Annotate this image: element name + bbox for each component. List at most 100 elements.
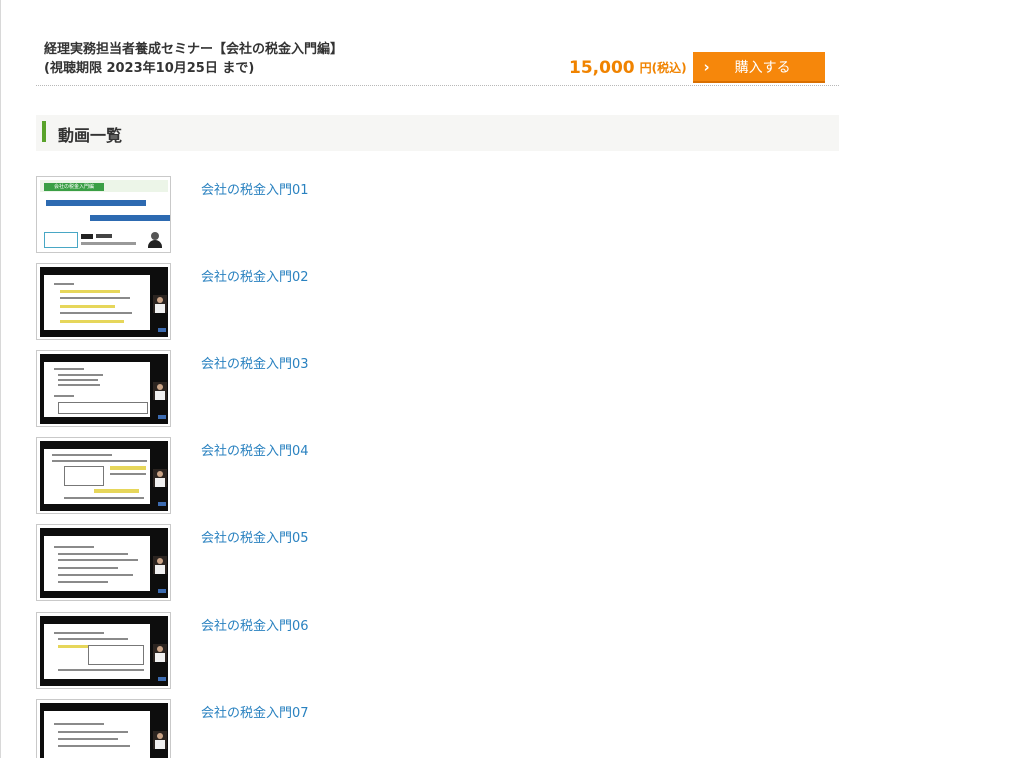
video-link[interactable]: 会社の税金入門06 — [201, 615, 309, 634]
section-accent-bar — [42, 121, 46, 142]
slide-line — [58, 745, 130, 747]
card-subtitle-graphic — [90, 215, 170, 221]
slide-document — [44, 711, 150, 758]
slide-line — [60, 297, 130, 299]
buy-button[interactable]: › 購入する — [692, 52, 825, 83]
slide-line — [52, 454, 112, 456]
video-item: 会社の税金入門06 — [36, 612, 839, 692]
slide-table — [88, 645, 144, 665]
product-title-line1: 経理実務担当者養成セミナー【会社の税金入門編】 — [44, 42, 344, 57]
video-thumbnail[interactable]: 会社の税金入門編 — [36, 176, 171, 253]
section-title: 動画一覧 — [58, 126, 123, 145]
slide-line — [58, 559, 138, 561]
video-thumbnail[interactable] — [36, 437, 171, 514]
section-header: 動画一覧 — [36, 115, 839, 151]
lecturer-video — [153, 382, 167, 400]
video-item: 会社の税金入門03 — [36, 350, 839, 430]
video-link[interactable]: 会社の税金入門01 — [201, 179, 309, 198]
video-link[interactable]: 会社の税金入門04 — [201, 440, 309, 459]
video-thumbnail[interactable] — [36, 263, 171, 340]
slide-line — [58, 669, 144, 671]
broadcast-logo — [158, 328, 166, 332]
slide-line — [110, 473, 146, 475]
slide-line — [64, 497, 144, 499]
slide-line — [54, 723, 104, 725]
chevron-right-icon: › — [703, 57, 710, 76]
card-title-graphic — [46, 200, 146, 206]
broadcast-logo — [158, 589, 166, 593]
lecture-screen-thumbnail — [40, 267, 168, 337]
lecturer-video — [153, 644, 167, 662]
slide-highlight — [58, 645, 88, 648]
lecture-screen-thumbnail — [40, 528, 168, 598]
lecturer-video — [153, 556, 167, 574]
slide-line — [54, 546, 94, 548]
price-row: 15,000 円(税込) › 購入する — [569, 52, 825, 83]
slide-document — [44, 624, 150, 679]
slide-line — [58, 553, 128, 555]
lecturer-video — [153, 469, 167, 487]
broadcast-logo — [158, 677, 166, 681]
slide-line — [54, 395, 74, 397]
video-link[interactable]: 会社の税金入門07 — [201, 702, 309, 721]
slide-line — [58, 374, 103, 376]
slide-highlight — [94, 489, 139, 493]
slide-line — [54, 283, 74, 285]
lecturer-photo — [148, 232, 162, 248]
slide-line — [58, 638, 128, 640]
card-lecturer-detail — [81, 242, 136, 245]
video-item: 会社の税金入門07 — [36, 699, 839, 758]
slide-line — [58, 384, 100, 386]
title-card-thumbnail: 会社の税金入門編 — [40, 180, 170, 250]
buy-button-label: 購入する — [734, 59, 791, 76]
video-item: 会社の税金入門05 — [36, 524, 839, 604]
slide-line — [52, 460, 147, 462]
page-left-border — [0, 0, 1, 758]
slide-document — [44, 275, 150, 330]
lecture-screen-thumbnail — [40, 616, 168, 686]
slide-line — [58, 738, 118, 740]
video-item: 会社の税金入門04 — [36, 437, 839, 517]
slide-line — [60, 312, 132, 314]
video-link[interactable]: 会社の税金入門05 — [201, 527, 309, 546]
video-link[interactable]: 会社の税金入門02 — [201, 266, 309, 285]
lecturer-video — [153, 731, 167, 749]
slide-line — [58, 574, 133, 576]
video-thumbnail[interactable] — [36, 699, 171, 758]
product-title: 経理実務担当者養成セミナー【会社の税金入門編】 (視聴期限 2023年10月25… — [44, 40, 343, 78]
lecture-screen-thumbnail — [40, 441, 168, 511]
lecturer-video — [153, 295, 167, 313]
price-amount: 15,000 — [569, 57, 635, 78]
slide-line — [58, 379, 98, 381]
slide-line — [54, 368, 84, 370]
card-lecturer-chip — [81, 234, 93, 239]
slide-highlight — [60, 320, 124, 323]
video-thumbnail[interactable] — [36, 612, 171, 689]
slide-document — [44, 536, 150, 591]
video-link[interactable]: 会社の税金入門03 — [201, 353, 309, 372]
viewing-period: (視聴期限 2023年10月25日 まで) — [44, 61, 255, 76]
video-thumbnail[interactable] — [36, 524, 171, 601]
price-unit: 円(税込) — [639, 61, 687, 75]
card-tag: 会社の税金入門編 — [44, 183, 104, 191]
card-badge — [44, 232, 78, 248]
lecture-screen-thumbnail — [40, 703, 168, 758]
broadcast-logo — [158, 415, 166, 419]
slide-highlight — [60, 305, 115, 308]
lecture-screen-thumbnail — [40, 354, 168, 424]
slide-highlight — [60, 290, 120, 293]
divider — [36, 85, 839, 86]
video-item: 会社の税金入門02 — [36, 263, 839, 343]
slide-line — [58, 731, 128, 733]
slide-table — [58, 402, 148, 414]
slide-line — [54, 632, 104, 634]
slide-highlight — [110, 466, 146, 470]
video-item: 会社の税金入門編 会社の税金入門01 — [36, 176, 839, 256]
slide-box — [64, 466, 104, 486]
video-thumbnail[interactable] — [36, 350, 171, 427]
slide-line — [58, 581, 108, 583]
card-lecturer-name — [96, 234, 112, 238]
slide-document — [44, 449, 150, 504]
broadcast-logo — [158, 502, 166, 506]
slide-document — [44, 362, 150, 417]
